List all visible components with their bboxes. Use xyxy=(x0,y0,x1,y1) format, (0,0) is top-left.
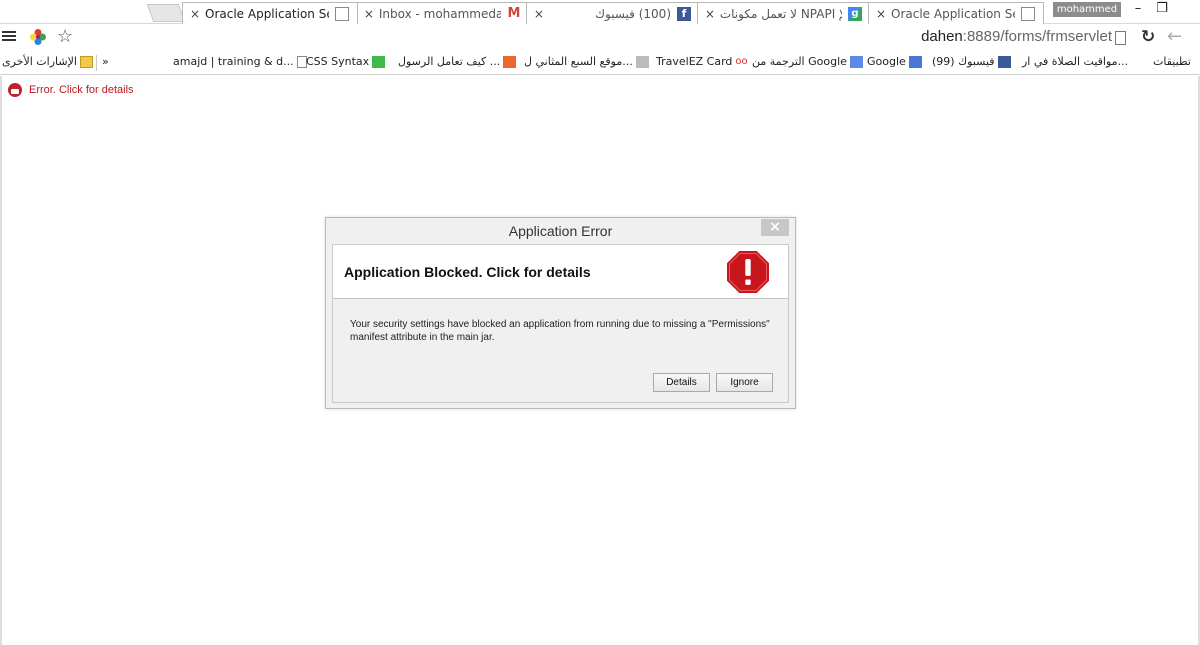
new-tab-button[interactable] xyxy=(146,4,186,22)
bookmark-amajd[interactable]: amajd | training & d... xyxy=(173,55,310,68)
ignore-button[interactable]: Ignore xyxy=(716,373,773,392)
url-path: :8889/forms/frmservlet xyxy=(962,28,1112,45)
bookmark-label: موقع السبع المثاني ل... xyxy=(524,55,633,68)
restore-icon[interactable]: ❐ xyxy=(1151,1,1173,16)
tab-title: Oracle Application Server xyxy=(891,6,1015,21)
bookmark-google[interactable]: Google xyxy=(867,55,925,68)
bookmarks-divider xyxy=(96,55,97,71)
bookmark-facebook[interactable]: (99) فيسبوك xyxy=(932,55,1014,68)
back-icon[interactable]: ← xyxy=(1167,26,1182,47)
translate-icon xyxy=(849,55,863,68)
google-plus-icon xyxy=(908,55,922,68)
profile-badge[interactable]: mohammed xyxy=(1053,2,1121,17)
bookmark-label: كيف تعامل الرسول ... xyxy=(398,55,501,68)
image-icon xyxy=(635,55,649,68)
tab-npapi[interactable]: × لا تعمل مكونات NPAPI الإ g xyxy=(697,2,869,24)
url-host: dahen xyxy=(921,28,963,45)
bookmark-travelez[interactable]: TravelEZ Card oo xyxy=(656,55,751,68)
dialog-message: Your security settings have blocked an a… xyxy=(350,319,770,343)
bookmark-apps[interactable]: تطبيقات xyxy=(1153,55,1191,68)
tab-close-icon[interactable]: × xyxy=(363,7,375,21)
details-button[interactable]: Details xyxy=(653,373,710,392)
tab-title: Oracle Application Server xyxy=(205,6,329,21)
tab-title: لا تعمل مكونات NPAPI الإ xyxy=(719,6,842,21)
minimize-icon[interactable]: – xyxy=(1127,1,1149,16)
facebook-icon: f xyxy=(677,6,691,21)
tab-title: Inbox - mohammedasum xyxy=(378,6,501,21)
page-icon xyxy=(1021,6,1035,21)
bookmark-star-icon[interactable]: ☆ xyxy=(57,26,73,47)
tab-close-icon[interactable]: × xyxy=(189,7,201,21)
bookmark-other-bookmarks[interactable]: الإشارات الأخرى xyxy=(2,55,96,68)
tab-oracle-application-server[interactable]: × Oracle Application Server xyxy=(182,2,358,24)
bookmark-label: amajd | training & d... xyxy=(173,55,294,68)
dialog-header: Application Blocked. Click for details xyxy=(333,245,788,299)
extension-icon[interactable] xyxy=(29,28,47,46)
tab-oracle-application-server-2[interactable]: × Oracle Application Server xyxy=(868,2,1044,24)
w3-icon xyxy=(372,55,386,68)
bookmark-label: CSS Syntax xyxy=(306,55,370,68)
browser-toolbar: ☆ dahen:8889/forms/frmservlet ↻ ← xyxy=(0,25,1200,51)
stop-error-icon xyxy=(727,251,769,293)
hamburger-menu-icon[interactable] xyxy=(2,29,16,43)
tab-close-icon[interactable]: × xyxy=(875,7,887,21)
page-icon xyxy=(335,6,349,21)
tab-facebook[interactable]: × (100) فيسبوك f xyxy=(526,2,698,24)
google-icon: g xyxy=(848,6,862,21)
folder-icon xyxy=(79,55,93,68)
lock-error-icon xyxy=(8,83,22,97)
bookmarks-overflow-chevron[interactable]: » xyxy=(102,55,109,68)
tab-close-icon[interactable]: × xyxy=(704,7,716,21)
tab-title: (100) فيسبوك xyxy=(595,6,671,21)
bookmark-label: الترجمة من Google xyxy=(752,55,847,68)
dialog-title: Application Error xyxy=(508,223,613,239)
dialog-heading[interactable]: Application Blocked. Click for details xyxy=(344,264,591,280)
facebook-icon xyxy=(997,55,1011,68)
bookmark-label: (99) فيسبوك xyxy=(932,55,995,68)
bookmark-sab-mathani[interactable]: موقع السبع المثاني ل... xyxy=(524,55,652,68)
error-link-text: Error. Click for details xyxy=(29,84,134,96)
eyes-icon: oo xyxy=(735,55,749,68)
tab-inbox[interactable]: × Inbox - mohammedasum M xyxy=(356,2,528,24)
page-info-icon[interactable] xyxy=(1115,31,1126,45)
tab-close-icon[interactable]: × xyxy=(533,7,545,21)
reload-icon[interactable]: ↻ xyxy=(1141,27,1155,47)
close-icon[interactable]: × xyxy=(761,219,789,236)
bookmark-prophet[interactable]: كيف تعامل الرسول ... xyxy=(398,55,519,68)
bookmark-label: تطبيقات xyxy=(1153,55,1191,68)
bookmarks-bar: الإشارات الأخرى » amajd | training & d..… xyxy=(0,51,1200,75)
bookmark-prayer-times[interactable]: مواقيت الصلاة في ار... xyxy=(1022,55,1128,68)
address-bar[interactable]: dahen:8889/forms/frmservlet xyxy=(921,28,1112,45)
bookmark-google-translate[interactable]: الترجمة من Google xyxy=(752,55,866,68)
bookmark-label: مواقيت الصلاة في ار... xyxy=(1022,55,1129,68)
application-error-dialog: Application Error × Application Blocked.… xyxy=(325,217,796,409)
bookmark-css-syntax[interactable]: CSS Syntax xyxy=(306,55,388,68)
bookmark-label: Google xyxy=(867,55,906,68)
tab-strip: × Oracle Application Server × Inbox - mo… xyxy=(0,0,1200,24)
bookmark-label: الإشارات الأخرى xyxy=(2,55,77,68)
gmail-icon: M xyxy=(507,5,521,21)
dialog-body: Application Blocked. Click for details Y… xyxy=(332,244,789,403)
error-details-link[interactable]: Error. Click for details xyxy=(8,83,134,97)
orange-icon xyxy=(503,55,517,68)
bookmark-label: TravelEZ Card xyxy=(656,55,733,68)
